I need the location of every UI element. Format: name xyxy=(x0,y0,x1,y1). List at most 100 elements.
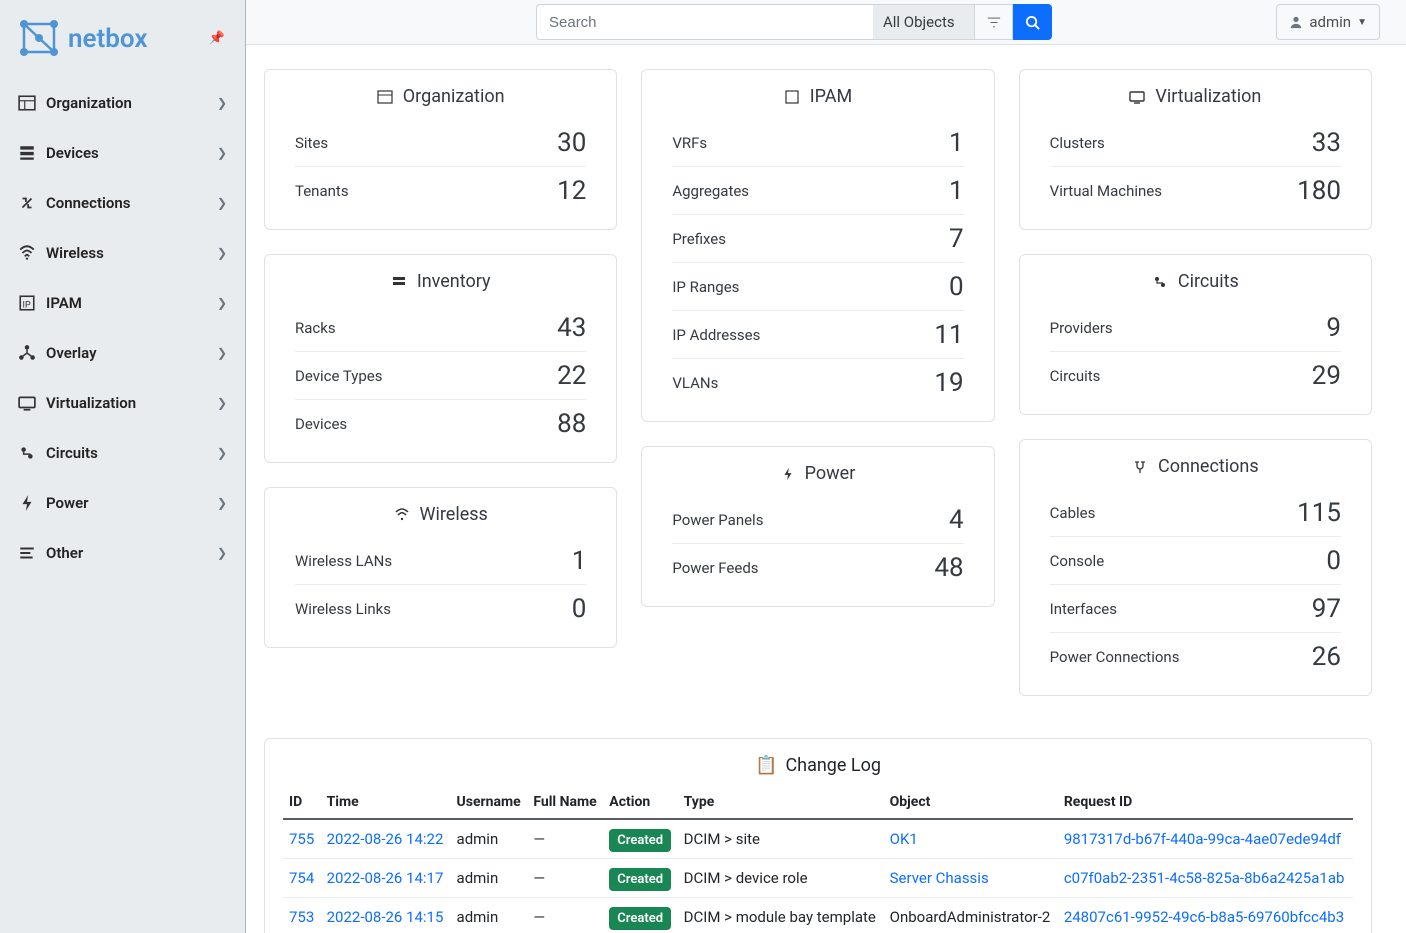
stat-row[interactable]: Wireless LANs1 xyxy=(295,537,586,585)
stat-row[interactable]: Power Panels4 xyxy=(672,496,963,544)
row-reqid[interactable]: 9817317d-b67f-440a-99ca-4ae07ede94df xyxy=(1064,830,1341,848)
virtualization-icon xyxy=(18,394,44,412)
inventory-card: InventoryRacks43Device Types22Devices88 xyxy=(264,254,617,463)
stat-value: 4 xyxy=(949,505,964,535)
sidebar-item-label: IPAM xyxy=(46,294,217,312)
row-id[interactable]: 755 xyxy=(289,830,314,848)
stat-label: IP Ranges xyxy=(672,278,739,296)
sidebar-item-virtualization[interactable]: Virtualization❯ xyxy=(6,378,239,428)
stat-row[interactable]: Clusters33 xyxy=(1050,119,1341,167)
stat-row[interactable]: Virtual Machines180 xyxy=(1050,167,1341,215)
filter-button[interactable] xyxy=(974,4,1013,40)
stat-row[interactable]: Providers9 xyxy=(1050,304,1341,352)
th-time[interactable]: Time xyxy=(321,786,451,819)
sidebar-item-connections[interactable]: Connections❯ xyxy=(6,178,239,228)
stat-row[interactable]: Sites30 xyxy=(295,119,586,167)
stat-value: 97 xyxy=(1312,594,1341,624)
stat-row[interactable]: Tenants12 xyxy=(295,167,586,215)
card-header: Connections xyxy=(1020,440,1371,489)
sidebar-item-organization[interactable]: Organization❯ xyxy=(6,78,239,128)
stat-value: 33 xyxy=(1312,128,1341,158)
stat-row[interactable]: Device Types22 xyxy=(295,352,586,400)
stat-value: 22 xyxy=(557,361,586,391)
stat-row[interactable]: IP Addresses11 xyxy=(672,311,963,359)
card-title: Power xyxy=(805,463,856,484)
stat-value: 0 xyxy=(572,594,587,624)
stat-row[interactable]: Prefixes7 xyxy=(672,215,963,263)
row-time[interactable]: 2022-08-26 14:22 xyxy=(327,830,444,848)
stat-row[interactable]: VRFs1 xyxy=(672,119,963,167)
stat-value: 43 xyxy=(557,313,586,343)
th-id[interactable]: ID xyxy=(283,786,321,819)
stat-row[interactable]: Cables115 xyxy=(1050,489,1341,537)
row-time[interactable]: 2022-08-26 14:15 xyxy=(327,908,444,926)
sidebar-item-devices[interactable]: Devices❯ xyxy=(6,128,239,178)
sidebar-item-ipam[interactable]: IPIPAM❯ xyxy=(6,278,239,328)
stat-row[interactable]: Devices88 xyxy=(295,400,586,448)
chevron-right-icon: ❯ xyxy=(217,96,227,110)
stat-value: 29 xyxy=(1312,361,1341,391)
stat-row[interactable]: Interfaces97 xyxy=(1050,585,1341,633)
organization-icon xyxy=(377,89,393,105)
stat-row[interactable]: Power Feeds48 xyxy=(672,544,963,592)
sidebar-item-wireless[interactable]: Wireless❯ xyxy=(6,228,239,278)
stat-row[interactable]: VLANs19 xyxy=(672,359,963,407)
th-type[interactable]: Type xyxy=(678,786,884,819)
row-fullname: — xyxy=(527,859,603,898)
action-badge: Created xyxy=(609,907,671,930)
th-reqid[interactable]: Request ID xyxy=(1058,786,1353,819)
stat-value: 1 xyxy=(949,128,964,158)
stat-label: Aggregates xyxy=(672,182,749,200)
wireless-icon xyxy=(18,244,44,262)
sidebar-item-label: Circuits xyxy=(46,444,217,462)
th-username[interactable]: Username xyxy=(451,786,528,819)
chevron-right-icon: ❯ xyxy=(217,196,227,210)
ipam-icon xyxy=(784,89,800,105)
row-fullname: — xyxy=(527,819,603,859)
user-menu[interactable]: admin ▼ xyxy=(1276,4,1380,40)
th-action[interactable]: Action xyxy=(603,786,677,819)
row-object[interactable]: Server Chassis xyxy=(890,869,989,887)
pin-icon[interactable]: 📌 xyxy=(209,31,225,46)
stat-row[interactable]: Aggregates1 xyxy=(672,167,963,215)
row-time[interactable]: 2022-08-26 14:17 xyxy=(327,869,444,887)
search-button[interactable] xyxy=(1013,4,1052,40)
object-type-label: All Objects xyxy=(883,13,955,31)
stat-value: 88 xyxy=(557,409,586,439)
row-id[interactable]: 754 xyxy=(289,869,314,887)
sidebar-item-circuits[interactable]: Circuits❯ xyxy=(6,428,239,478)
ipam-icon: IP xyxy=(18,294,44,312)
circuits-icon xyxy=(1152,274,1168,290)
stat-row[interactable]: Circuits29 xyxy=(1050,352,1341,400)
stat-row[interactable]: Racks43 xyxy=(295,304,586,352)
object-type-select[interactable]: All Objects xyxy=(873,4,974,40)
chevron-right-icon: ❯ xyxy=(217,296,227,310)
changelog-table: ID Time Username Full Name Action Type O… xyxy=(283,786,1353,933)
stat-row[interactable]: IP Ranges0 xyxy=(672,263,963,311)
sidebar-item-label: Virtualization xyxy=(46,394,217,412)
stat-value: 115 xyxy=(1297,498,1341,528)
stat-value: 19 xyxy=(934,368,963,398)
row-id[interactable]: 753 xyxy=(289,908,314,926)
sidebar-item-label: Overlay xyxy=(46,344,217,362)
sidebar-item-label: Devices xyxy=(46,144,217,162)
row-reqid[interactable]: 24807c61-9952-49c6-b8a5-69760bfcc4b3 xyxy=(1064,908,1344,926)
stat-row[interactable]: Power Connections26 xyxy=(1050,633,1341,681)
th-fullname[interactable]: Full Name xyxy=(527,786,603,819)
action-badge: Created xyxy=(609,868,671,891)
stat-value: 26 xyxy=(1312,642,1341,672)
connections-card: ConnectionsCables115Console0Interfaces97… xyxy=(1019,439,1372,696)
row-object[interactable]: OK1 xyxy=(890,830,918,848)
th-object[interactable]: Object xyxy=(884,786,1058,819)
row-reqid[interactable]: c07f0ab2-2351-4c58-825a-8b6a2425a1ab xyxy=(1064,869,1345,887)
netbox-logo[interactable]: netbox xyxy=(16,16,176,60)
stat-row[interactable]: Wireless Links0 xyxy=(295,585,586,633)
sidebar-item-power[interactable]: Power❯ xyxy=(6,478,239,528)
stat-row[interactable]: Console0 xyxy=(1050,537,1341,585)
search-input[interactable] xyxy=(536,4,873,40)
sidebar-item-overlay[interactable]: Overlay❯ xyxy=(6,328,239,378)
organization-card: OrganizationSites30Tenants12 xyxy=(264,69,617,230)
stat-label: Power Feeds xyxy=(672,559,758,577)
stat-value: 7 xyxy=(949,224,964,254)
sidebar-item-other[interactable]: Other❯ xyxy=(6,528,239,578)
